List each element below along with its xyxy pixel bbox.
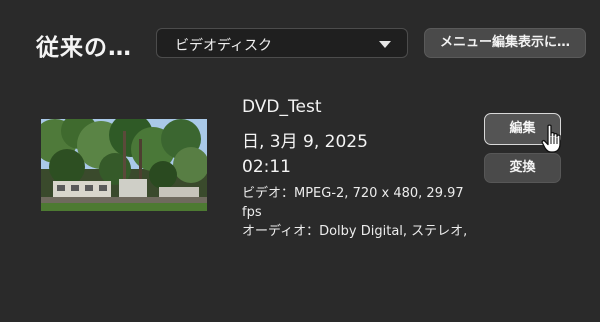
disc-date: 日, 3月 9, 2025	[242, 132, 368, 152]
hand-pointer-icon	[541, 124, 565, 154]
format-select[interactable]: ビデオディスク	[156, 28, 408, 58]
disc-duration: 02:11	[242, 157, 291, 177]
chevron-down-icon	[379, 41, 391, 48]
menu-edit-view-button[interactable]: メニュー編集表示に…	[424, 28, 586, 58]
disc-title: DVD_Test	[242, 97, 322, 117]
audio-format-info: オーディオ：Dolby Digital, ステレオ,	[242, 224, 468, 239]
header-title: 従来の…	[36, 35, 132, 61]
convert-button[interactable]: 変換	[484, 153, 561, 183]
video-thumbnail[interactable]	[41, 119, 207, 211]
video-format-info: ビデオ：MPEG-2, 720 x 480, 29.97 fps	[242, 186, 464, 220]
format-select-value: ビデオディスク	[175, 38, 273, 54]
